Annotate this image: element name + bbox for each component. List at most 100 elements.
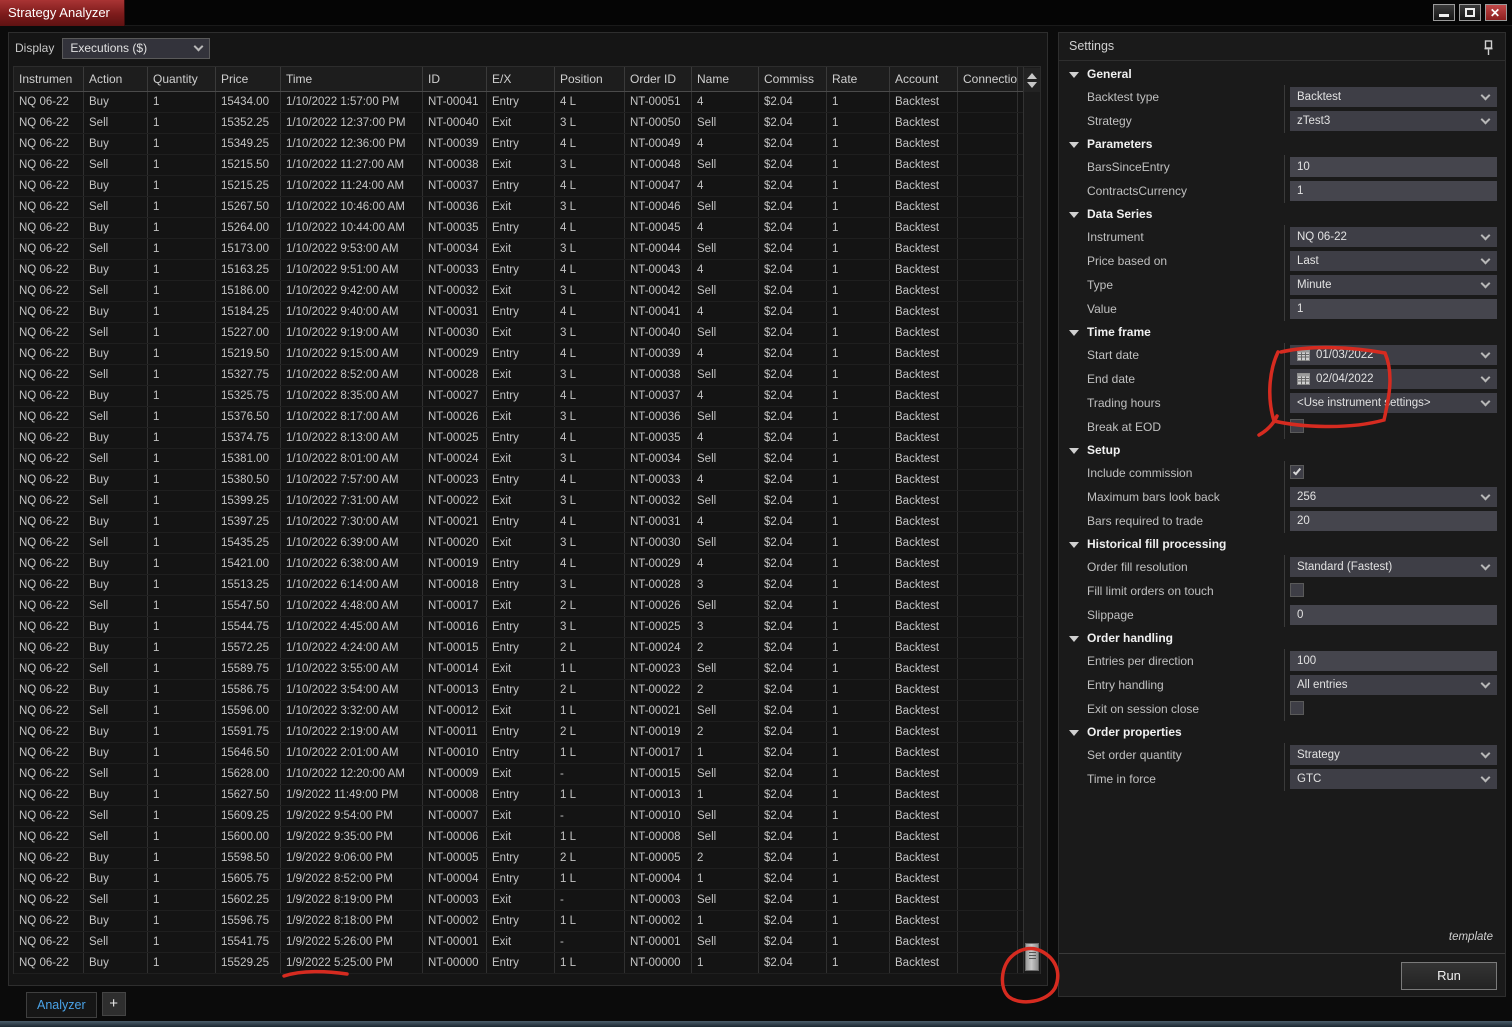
table-row[interactable]: NQ 06-22 Sell 1 15227.00 1/10/2022 9:19:00 A…: [14, 323, 1040, 344]
table-row[interactable]: NQ 06-22 Buy 1 15646.50 1/10/2022 2:01:00 AM…: [14, 743, 1040, 764]
vertical-scrollbar[interactable]: [1023, 67, 1040, 973]
entry-handling-dropdown[interactable]: All entries: [1290, 675, 1497, 695]
value-input[interactable]: 1: [1290, 299, 1497, 319]
table-row[interactable]: NQ 06-22 Sell 1 15600.00 1/9/2022 9:35:00 PM…: [14, 827, 1040, 848]
type-dropdown[interactable]: Minute: [1290, 275, 1497, 295]
table-row[interactable]: NQ 06-22 Sell 1 15589.75 1/10/2022 3:55:00 A…: [14, 659, 1040, 680]
section-header-order-handling[interactable]: Order handling: [1059, 627, 1505, 649]
section-header-historical-fill-processing[interactable]: Historical fill processing: [1059, 533, 1505, 555]
set-order-quantity-dropdown[interactable]: Strategy: [1290, 745, 1497, 765]
table-row[interactable]: NQ 06-22 Buy 1 15598.50 1/9/2022 9:06:00 PM N…: [14, 848, 1040, 869]
table-row[interactable]: NQ 06-22 Buy 1 15380.50 1/10/2022 7:57:00 AM…: [14, 470, 1040, 491]
table-row[interactable]: NQ 06-22 Buy 1 15349.25 1/10/2022 12:36:00 P…: [14, 134, 1040, 155]
instrument-dropdown[interactable]: NQ 06-22: [1290, 227, 1497, 247]
fill-limit-orders-on-touch-checkbox[interactable]: [1290, 583, 1304, 597]
entries-per-direction-input[interactable]: 100: [1290, 651, 1497, 671]
scrollbar-thumb[interactable]: [1025, 943, 1039, 971]
table-row[interactable]: NQ 06-22 Buy 1 15513.25 1/10/2022 6:14:00 AM…: [14, 575, 1040, 596]
table-row[interactable]: NQ 06-22 Buy 1 15215.25 1/10/2022 11:24:00 A…: [14, 176, 1040, 197]
table-row[interactable]: NQ 06-22 Sell 1 15376.50 1/10/2022 8:17:00 A…: [14, 407, 1040, 428]
table-row[interactable]: NQ 06-22 Sell 1 15596.00 1/10/2022 3:32:00 A…: [14, 701, 1040, 722]
close-button[interactable]: ✕: [1485, 4, 1507, 21]
minimize-button[interactable]: [1433, 4, 1455, 21]
maximize-button[interactable]: [1459, 4, 1481, 21]
barssinceentry-input[interactable]: 10: [1290, 157, 1497, 177]
order-fill-resolution-dropdown[interactable]: Standard (Fastest): [1290, 557, 1497, 577]
table-row[interactable]: NQ 06-22 Sell 1 15186.00 1/10/2022 9:42:00 A…: [14, 281, 1040, 302]
column-header-position[interactable]: Position: [555, 67, 625, 91]
table-row[interactable]: NQ 06-22 Sell 1 15602.25 1/9/2022 8:19:00 PM…: [14, 890, 1040, 911]
table-row[interactable]: NQ 06-22 Sell 1 15628.00 1/10/2022 12:20:00 …: [14, 764, 1040, 785]
column-header-account[interactable]: Account: [890, 67, 958, 91]
section-header-setup[interactable]: Setup: [1059, 439, 1505, 461]
trading-hours-dropdown[interactable]: <Use instrument settings>: [1290, 393, 1497, 413]
table-row[interactable]: NQ 06-22 Buy 1 15627.50 1/9/2022 11:49:00 PM…: [14, 785, 1040, 806]
add-tab-button[interactable]: +: [101, 992, 126, 1016]
table-row[interactable]: NQ 06-22 Buy 1 15264.00 1/10/2022 10:44:00 A…: [14, 218, 1040, 239]
column-header-time[interactable]: Time: [281, 67, 423, 91]
table-row[interactable]: NQ 06-22 Sell 1 15541.75 1/9/2022 5:26:00 PM…: [14, 932, 1040, 953]
time-in-force-dropdown[interactable]: GTC: [1290, 769, 1497, 789]
strategy-dropdown[interactable]: zTest3: [1290, 111, 1497, 131]
tab-analyzer[interactable]: Analyzer: [26, 992, 97, 1018]
table-row[interactable]: NQ 06-22 Buy 1 15434.00 1/10/2022 1:57:00 PM…: [14, 92, 1040, 113]
table-row[interactable]: NQ 06-22 Sell 1 15381.00 1/10/2022 8:01:00 A…: [14, 449, 1040, 470]
table-row[interactable]: NQ 06-22 Sell 1 15173.00 1/10/2022 9:53:00 A…: [14, 239, 1040, 260]
column-header-e-x[interactable]: E/X: [487, 67, 555, 91]
column-header-action[interactable]: Action: [84, 67, 148, 91]
display-dropdown[interactable]: Executions ($): [62, 37, 211, 59]
scroll-up-icon[interactable]: [1027, 72, 1037, 79]
contractscurrency-input[interactable]: 1: [1290, 181, 1497, 201]
table-row[interactable]: NQ 06-22 Buy 1 15184.25 1/10/2022 9:40:00 AM…: [14, 302, 1040, 323]
column-header-instrumen[interactable]: Instrumen: [14, 67, 84, 91]
column-header-connectio[interactable]: Connectio: [958, 67, 1018, 91]
template-link[interactable]: template: [1449, 931, 1493, 943]
table-row[interactable]: NQ 06-22 Buy 1 15397.25 1/10/2022 7:30:00 AM…: [14, 512, 1040, 533]
column-header-quantity[interactable]: Quantity: [148, 67, 216, 91]
column-header-rate[interactable]: Rate: [827, 67, 890, 91]
table-row[interactable]: NQ 06-22 Buy 1 15325.75 1/10/2022 8:35:00 AM…: [14, 386, 1040, 407]
table-row[interactable]: NQ 06-22 Sell 1 15435.25 1/10/2022 6:39:00 A…: [14, 533, 1040, 554]
table-row[interactable]: NQ 06-22 Buy 1 15572.25 1/10/2022 4:24:00 AM…: [14, 638, 1040, 659]
table-row[interactable]: NQ 06-22 Sell 1 15352.25 1/10/2022 12:37:00 …: [14, 113, 1040, 134]
run-button[interactable]: Run: [1401, 962, 1497, 990]
backtest-type-dropdown[interactable]: Backtest: [1290, 87, 1497, 107]
table-row[interactable]: NQ 06-22 Buy 1 15605.75 1/9/2022 8:52:00 PM N…: [14, 869, 1040, 890]
slippage-input[interactable]: 0: [1290, 605, 1497, 625]
column-header-price[interactable]: Price: [216, 67, 281, 91]
scroll-down-icon[interactable]: [1027, 81, 1037, 88]
table-row[interactable]: NQ 06-22 Buy 1 15421.00 1/10/2022 6:38:00 AM…: [14, 554, 1040, 575]
maximum-bars-look-back-dropdown[interactable]: 256: [1290, 487, 1497, 507]
start-date-dropdown[interactable]: 01/03/2022: [1290, 345, 1497, 365]
column-header-order-id[interactable]: Order ID: [625, 67, 692, 91]
section-header-parameters[interactable]: Parameters: [1059, 133, 1505, 155]
bars-required-to-trade-input[interactable]: 20: [1290, 511, 1497, 531]
table-row[interactable]: NQ 06-22 Buy 1 15596.75 1/9/2022 8:18:00 PM N…: [14, 911, 1040, 932]
table-row[interactable]: NQ 06-22 Sell 1 15215.50 1/10/2022 11:27:00 …: [14, 155, 1040, 176]
pin-icon[interactable]: [1484, 39, 1493, 66]
section-header-data-series[interactable]: Data Series: [1059, 203, 1505, 225]
table-row[interactable]: NQ 06-22 Buy 1 15529.25 1/9/2022 5:25:00 PM N…: [14, 953, 1040, 974]
table-row[interactable]: NQ 06-22 Sell 1 15547.50 1/10/2022 4:48:00 A…: [14, 596, 1040, 617]
table-row[interactable]: NQ 06-22 Buy 1 15219.50 1/10/2022 9:15:00 AM…: [14, 344, 1040, 365]
table-row[interactable]: NQ 06-22 Buy 1 15374.75 1/10/2022 8:13:00 AM…: [14, 428, 1040, 449]
table-row[interactable]: NQ 06-22 Sell 1 15267.50 1/10/2022 10:46:00 …: [14, 197, 1040, 218]
table-row[interactable]: NQ 06-22 Buy 1 15544.75 1/10/2022 4:45:00 AM…: [14, 617, 1040, 638]
exit-on-session-close-checkbox[interactable]: [1290, 701, 1304, 715]
break-at-eod-checkbox[interactable]: [1290, 419, 1304, 433]
column-header-name[interactable]: Name: [692, 67, 759, 91]
section-header-order-properties[interactable]: Order properties: [1059, 721, 1505, 743]
include-commission-checkbox[interactable]: [1290, 465, 1304, 479]
section-header-time-frame[interactable]: Time frame: [1059, 321, 1505, 343]
table-row[interactable]: NQ 06-22 Buy 1 15586.75 1/10/2022 3:54:00 AM…: [14, 680, 1040, 701]
table-row[interactable]: NQ 06-22 Buy 1 15591.75 1/10/2022 2:19:00 AM…: [14, 722, 1040, 743]
column-header-commiss[interactable]: Commiss: [759, 67, 827, 91]
price-based-on-dropdown[interactable]: Last: [1290, 251, 1497, 271]
end-date-dropdown[interactable]: 02/04/2022: [1290, 369, 1497, 389]
section-header-general[interactable]: General: [1059, 63, 1505, 85]
column-header-id[interactable]: ID: [423, 67, 487, 91]
table-row[interactable]: NQ 06-22 Sell 1 15399.25 1/10/2022 7:31:00 A…: [14, 491, 1040, 512]
table-row[interactable]: NQ 06-22 Sell 1 15327.75 1/10/2022 8:52:00 A…: [14, 365, 1040, 386]
table-row[interactable]: NQ 06-22 Sell 1 15609.25 1/9/2022 9:54:00 PM…: [14, 806, 1040, 827]
table-row[interactable]: NQ 06-22 Buy 1 15163.25 1/10/2022 9:51:00 AM…: [14, 260, 1040, 281]
